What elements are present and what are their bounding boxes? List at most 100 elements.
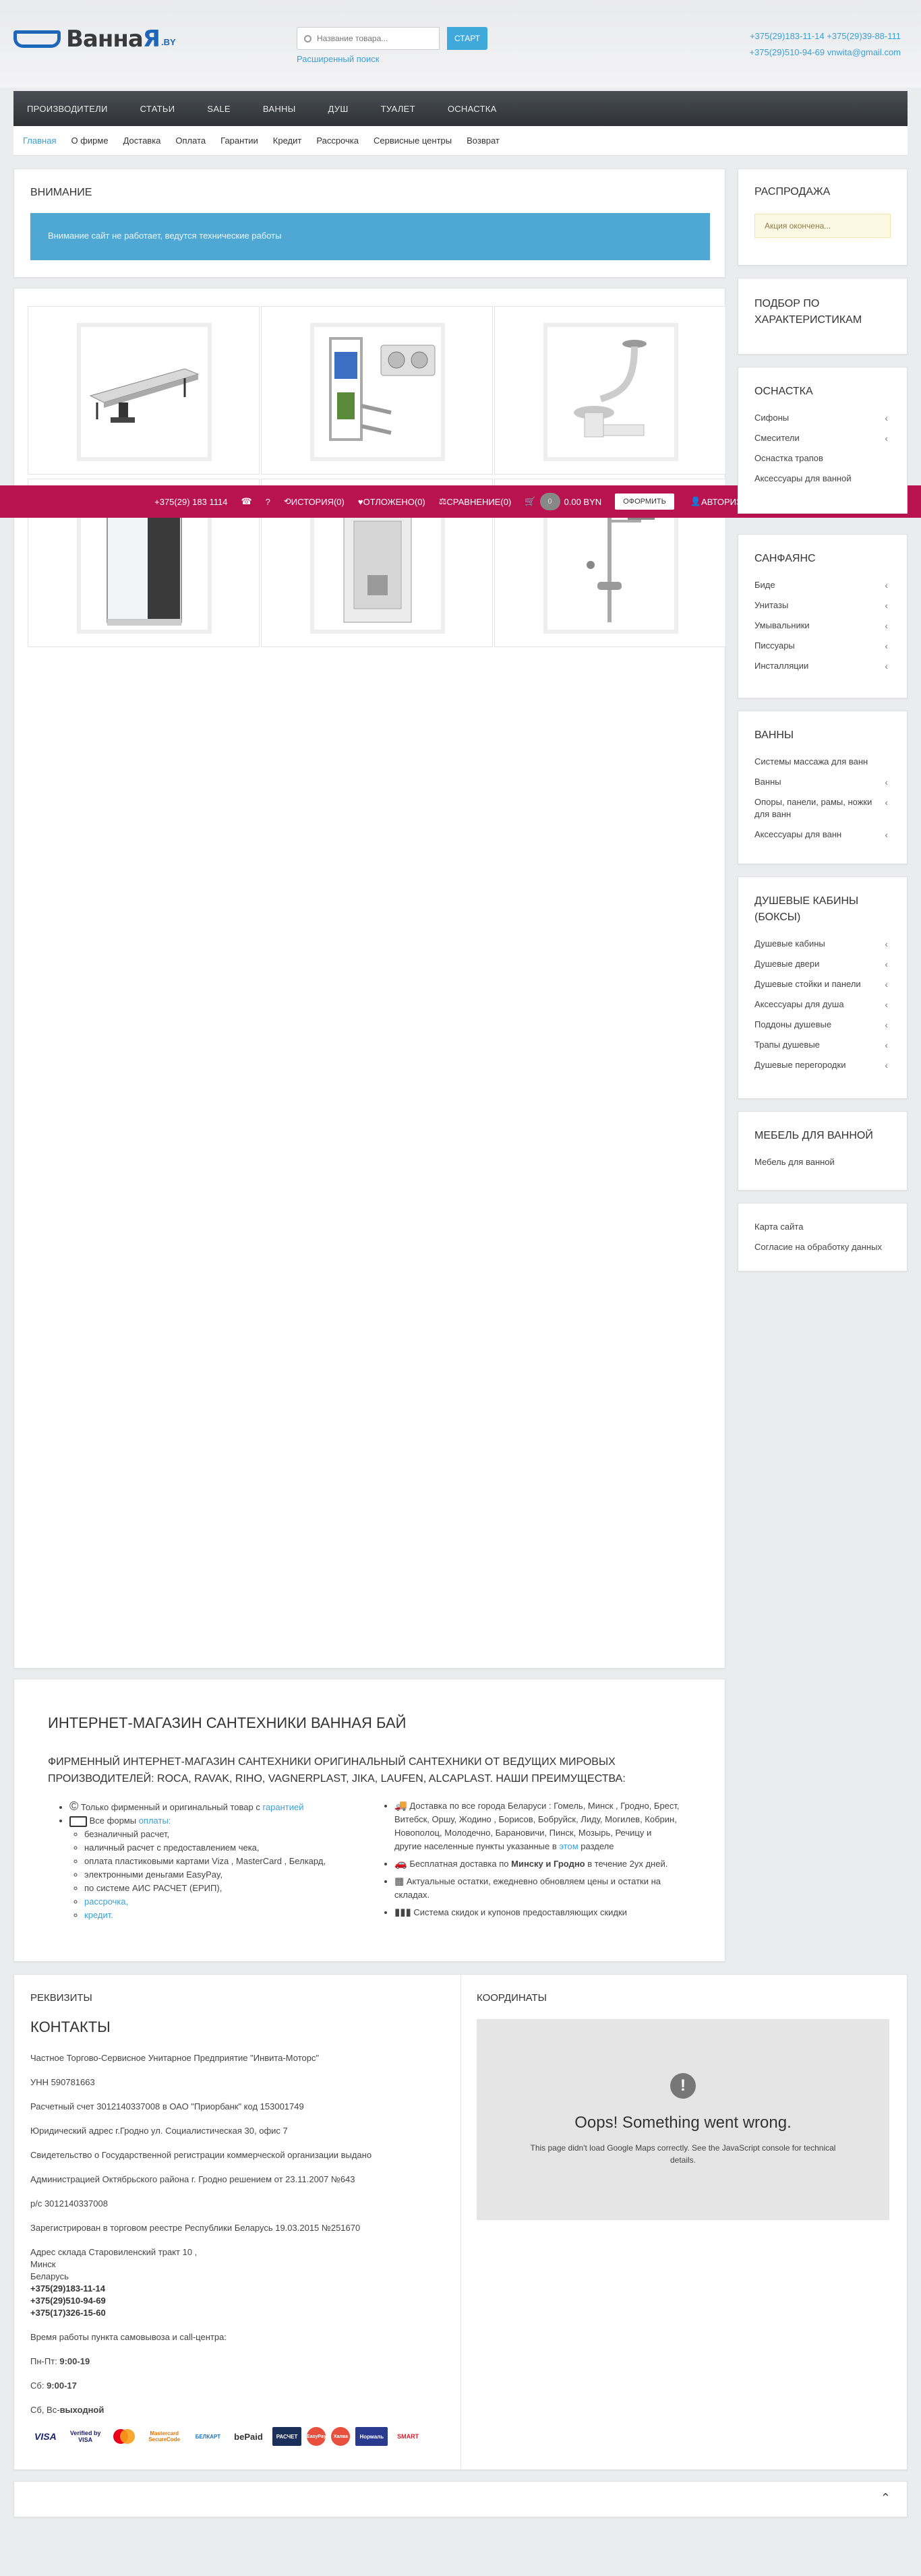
footer-phone[interactable]: +375(29)183-11-14 bbox=[30, 2283, 448, 2295]
nav-item-shower[interactable]: ДУШ bbox=[328, 104, 349, 114]
sidebar-item[interactable]: Ванны ‹ bbox=[754, 772, 891, 792]
sidebar-item[interactable]: Системы массажа для ванн bbox=[754, 752, 891, 772]
product-image-bath-siphon[interactable] bbox=[543, 323, 678, 461]
product-image-installation-system[interactable] bbox=[310, 323, 445, 461]
sidebar-item[interactable]: Душевые кабины ‹ bbox=[754, 934, 891, 954]
subnav-item-payment[interactable]: Оплата bbox=[175, 136, 206, 146]
bar-chart-icon: ▮▮▮ bbox=[394, 1907, 411, 1918]
history-label: ИСТОРИЯ bbox=[291, 496, 334, 507]
user-icon: 👤 bbox=[690, 496, 702, 506]
advantage-stock: ▦ Актуальные остатки, ежедневно обновляе… bbox=[394, 1875, 680, 1902]
toolbar-favorites[interactable]: ♥ ОТЛОЖЕНО (0) bbox=[358, 497, 425, 507]
siphon-icon bbox=[574, 339, 647, 437]
subnav-item-installment[interactable]: Рассрочка bbox=[316, 136, 359, 146]
toolbar-compare[interactable]: ⚖ СРАВНЕНИЕ (0) bbox=[439, 496, 512, 507]
subnav-item-home[interactable]: Главная bbox=[23, 136, 56, 146]
subnav-item-delivery[interactable]: Доставка bbox=[123, 136, 161, 146]
sidebar-item[interactable]: Аксессуары для ванн ‹ bbox=[754, 825, 891, 845]
sidebar-item[interactable]: Аксессуары для душа ‹ bbox=[754, 994, 891, 1015]
sidebar-item[interactable]: Биде ‹ bbox=[754, 575, 891, 595]
logo-suffix: .BY bbox=[160, 37, 176, 47]
nav-item-equipment[interactable]: ОСНАСТКА bbox=[448, 104, 497, 114]
credit-link[interactable]: кредит. bbox=[84, 1910, 113, 1920]
hours-line: Сб, Вс-выходной bbox=[30, 2405, 105, 2415]
sidebar-item[interactable]: Оснастка трапов bbox=[754, 448, 891, 469]
requisite-line: Администрацией Октябрьского района г. Гр… bbox=[30, 2174, 355, 2184]
payment-item: электронными деньгами EasyPay, bbox=[84, 1868, 376, 1882]
advantages-right: 🚚 Доставка по все города Беларуси : Гоме… bbox=[384, 1799, 680, 1919]
footer-phone[interactable]: +375(17)326-15-60 bbox=[30, 2307, 448, 2319]
chevron-left-icon: ‹ bbox=[885, 1060, 888, 1071]
sitemap-link[interactable]: Карта сайта bbox=[754, 1217, 891, 1237]
sidebar-item[interactable]: Инсталляции ‹ bbox=[754, 656, 891, 676]
chevron-left-icon: ‹ bbox=[885, 433, 888, 444]
payment-item: наличный расчет с предоставлением чека, bbox=[84, 1841, 376, 1855]
subnav-item-return[interactable]: Возврат bbox=[467, 136, 500, 146]
toolbar-phone[interactable]: +375(29) 183 1114 bbox=[154, 497, 227, 507]
chevron-left-icon: ‹ bbox=[885, 413, 888, 423]
copyright-icon: © bbox=[69, 1799, 79, 1813]
product-image-drain-channel[interactable] bbox=[77, 323, 212, 461]
nav-item-toilet[interactable]: ТУАЛЕТ bbox=[381, 104, 415, 114]
chevron-left-icon: ‹ bbox=[885, 661, 888, 671]
sidebar-item[interactable]: Душевые стойки и панели ‹ bbox=[754, 974, 891, 994]
advantage-delivery: 🚚 Доставка по все города Беларуси : Гоме… bbox=[394, 1799, 680, 1853]
nav-item-sale[interactable]: SALE bbox=[207, 104, 230, 114]
toolbar-cart[interactable]: 🛒 0 0.00 BYN bbox=[525, 493, 601, 510]
sidebar-item[interactable]: Писсуары ‹ bbox=[754, 636, 891, 656]
delivery-link[interactable]: этом bbox=[559, 1841, 578, 1851]
toolbar-history[interactable]: ⟲ ИСТОРИЯ (0) bbox=[284, 496, 345, 507]
sidebar-item[interactable]: Душевые двери ‹ bbox=[754, 954, 891, 974]
chevron-left-icon: ‹ bbox=[885, 999, 888, 1010]
info-icon[interactable]: ? bbox=[266, 497, 270, 507]
advantages-left: © Только фирменный и оригинальный товар … bbox=[59, 1799, 376, 1922]
search-field[interactable] bbox=[297, 27, 440, 50]
checkout-button[interactable]: ОФОРМИТЬ bbox=[615, 493, 674, 510]
sidebar-item[interactable]: Мебель для ванной bbox=[754, 1152, 891, 1172]
smart-logo: SMART bbox=[397, 2433, 419, 2440]
chevron-up-icon[interactable]: ⌃ bbox=[881, 2491, 891, 2505]
sidebar-item[interactable]: Унитазы ‹ bbox=[754, 595, 891, 616]
installment-link[interactable]: рассрочка, bbox=[84, 1896, 128, 1907]
search-button[interactable]: СТАРТ bbox=[447, 27, 487, 50]
installation-frame-icon bbox=[329, 336, 436, 441]
footer-phone[interactable]: +375(29)510-94-69 bbox=[30, 2295, 448, 2307]
sidebar-item[interactable]: Сифоны ‹ bbox=[754, 408, 891, 428]
subnav-item-about[interactable]: О фирме bbox=[71, 136, 108, 146]
credit-card-icon bbox=[69, 1816, 87, 1827]
requisites-title: РЕКВИЗИТЫ bbox=[30, 1992, 92, 2004]
sidebar-item[interactable]: Смесители ‹ bbox=[754, 428, 891, 448]
nav-item-manufacturers[interactable]: ПРОИЗВОДИТЕЛИ bbox=[27, 104, 108, 114]
sidebar-item[interactable]: Умывальники ‹ bbox=[754, 616, 891, 636]
product-card[interactable] bbox=[261, 306, 493, 475]
nav-item-baths[interactable]: ВАННЫ bbox=[263, 104, 296, 114]
advanced-search-link[interactable]: Расширенный поиск bbox=[297, 54, 379, 64]
phone-line[interactable]: +375(29)183-11-14 +375(29)39-88-111 bbox=[749, 28, 901, 44]
site-logo[interactable]: ВаннаЯ .BY bbox=[13, 26, 176, 53]
search-input[interactable] bbox=[317, 34, 432, 43]
raschet-logo: РАСЧЕТ bbox=[272, 2427, 302, 2446]
map-placeholder[interactable]: ! Oops! Something went wrong. This page … bbox=[477, 2019, 889, 2220]
phone-email-line[interactable]: +375(29)510-94-69 vnwita@gmail.com bbox=[749, 44, 901, 61]
warranty-link[interactable]: гарантией bbox=[262, 1802, 303, 1812]
nav-item-articles[interactable]: СТАТЬИ bbox=[140, 104, 175, 114]
requisite-line: Юридический адрес г.Гродно ул. Социалист… bbox=[30, 2126, 288, 2136]
product-card[interactable] bbox=[28, 306, 260, 475]
sidebar-item[interactable]: Трапы душевые ‹ bbox=[754, 1035, 891, 1055]
payment-link[interactable]: оплаты: bbox=[139, 1816, 171, 1826]
truck-icon: 🚚 bbox=[394, 1800, 407, 1811]
sidebar-item[interactable]: Аксессуары для ванной bbox=[754, 469, 891, 489]
subnav-item-credit[interactable]: Кредит bbox=[273, 136, 302, 146]
sidebar-item[interactable]: Поддоны душевые ‹ bbox=[754, 1015, 891, 1035]
filter-panel[interactable]: ПОДБОР ПО ХАРАКТЕРИСТИКАМ bbox=[738, 278, 908, 355]
sidebar-item[interactable]: Опоры, панели, рамы, ножки для ванн ‹ bbox=[754, 792, 891, 825]
cart-count: 0 bbox=[539, 493, 560, 510]
hours-line: Пн-Пт: 9:00-19 bbox=[30, 2356, 90, 2366]
phone-icon[interactable]: ☎ bbox=[241, 496, 251, 507]
section-title: ОСНАСТКА bbox=[754, 386, 813, 397]
consent-link[interactable]: Согласие на обработку данных bbox=[754, 1237, 891, 1257]
sidebar-item[interactable]: Душевые перегородки ‹ bbox=[754, 1055, 891, 1075]
subnav-item-service[interactable]: Сервисные центры bbox=[374, 136, 452, 146]
subnav-item-warranty[interactable]: Гарантии bbox=[220, 136, 258, 146]
product-card[interactable] bbox=[494, 306, 726, 475]
